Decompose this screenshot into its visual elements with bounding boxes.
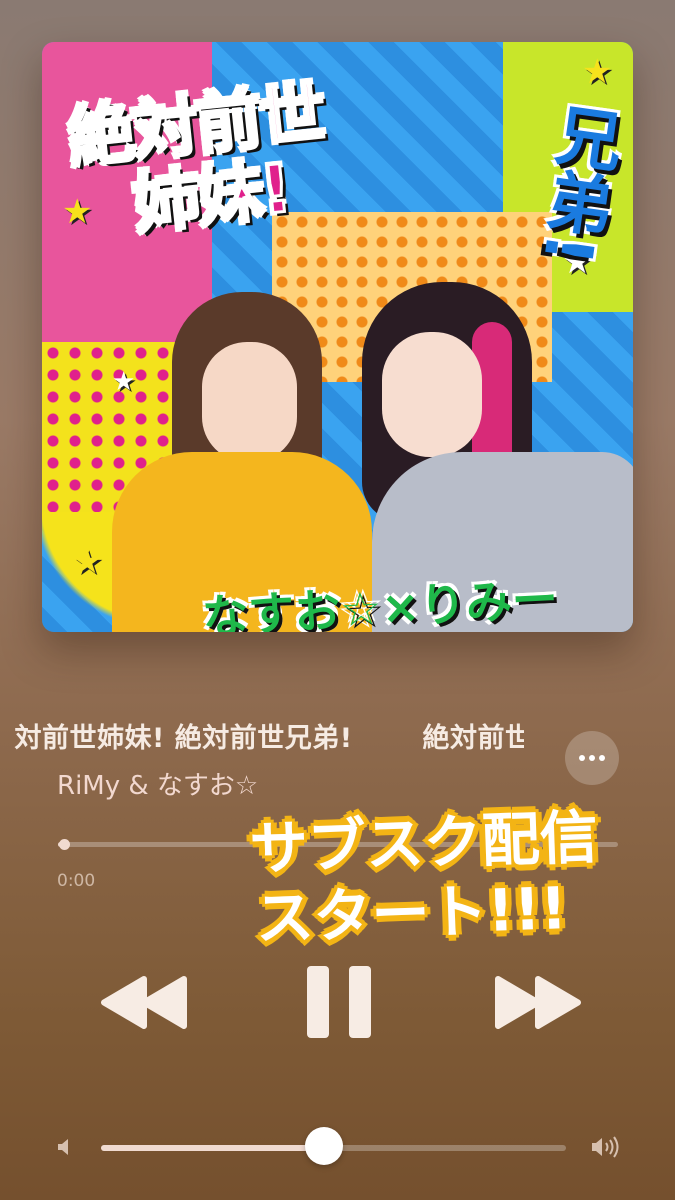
ellipsis-icon (577, 755, 607, 761)
volume-fill (101, 1145, 325, 1151)
volume-knob[interactable] (305, 1127, 344, 1165)
album-artwork: ★ ★ ★ ★ ★ ★ ★ 絶対前世 姉妹! 兄弟! なすお☆×りみー (42, 42, 633, 632)
fast-forward-button[interactable] (492, 975, 582, 1030)
rewind-icon (101, 976, 187, 1029)
fast-forward-icon (495, 976, 581, 1029)
elapsed-time: 0:00 (57, 871, 96, 891)
art-title: 絶対前世 姉妹! (63, 73, 329, 245)
speaker-low-icon (58, 1139, 68, 1155)
more-options-button[interactable] (565, 731, 619, 785)
rewind-button[interactable] (100, 975, 190, 1030)
star-icon: ★ (582, 52, 613, 92)
track-artist[interactable]: RiMy & なすお☆ (57, 765, 258, 802)
star-icon: ★ (72, 542, 103, 582)
pause-button[interactable] (307, 966, 371, 1038)
track-title-marquee: 絶対前世姉妹! 絶対前世兄弟! 絶対前世姉妹! 絶対前世兄弟! (14, 716, 524, 756)
speaker-high-icon (592, 1136, 619, 1158)
promo-banner: サブスク配信 スタート!!! (198, 800, 653, 956)
track-title-repeat: 絶対前世姉妹! 絶対前世兄弟! (422, 723, 524, 754)
playback-scrubber-knob[interactable] (58, 839, 70, 850)
track-title: 絶対前世姉妹! 絶対前世兄弟! (14, 723, 353, 754)
